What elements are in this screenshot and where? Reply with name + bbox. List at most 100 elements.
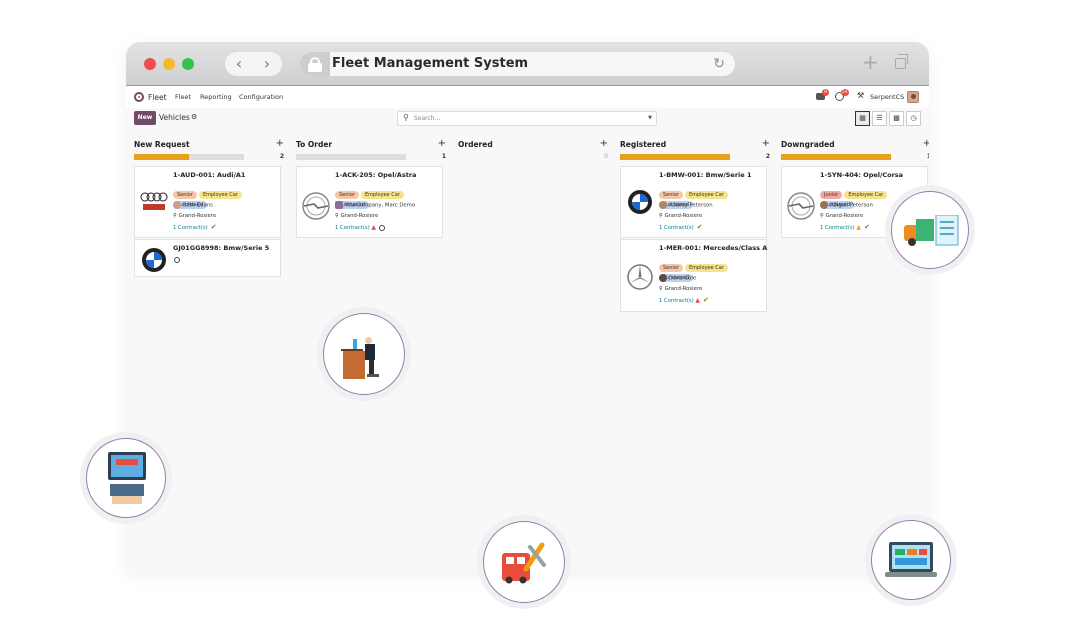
- breadcrumb: Vehicles: [159, 113, 190, 122]
- column-title: Downgraded: [781, 140, 835, 149]
- bmw-logo-icon: [628, 190, 652, 214]
- search-input[interactable]: ⚲ Search... ▼: [397, 111, 657, 126]
- close-window-button[interactable]: [144, 58, 156, 70]
- location-icon: ⚲: [659, 213, 663, 219]
- repair-tools-illustration: [477, 515, 571, 609]
- location: Grand-Rosiere: [340, 213, 379, 219]
- dashboard-laptop-illustration: [865, 514, 957, 606]
- wrench-icon: [502, 542, 546, 584]
- maximize-window-button[interactable]: [182, 58, 194, 70]
- user-avatar[interactable]: [907, 91, 919, 103]
- warning-icon[interactable]: ▲: [695, 297, 700, 304]
- column-progress[interactable]: [296, 154, 406, 160]
- app-name[interactable]: Fleet: [148, 93, 167, 102]
- column-progress[interactable]: [781, 154, 891, 160]
- column-count: 0: [604, 153, 608, 160]
- avatar: [173, 201, 181, 209]
- control-panel: New Vehicles ⚙ ⚲ Search... ▼ ▦ ☰ ▩ ◷: [126, 108, 929, 130]
- location-icon: ⚲: [820, 213, 824, 219]
- chevron-down-icon[interactable]: ▼: [648, 115, 652, 121]
- fleet-app-icon[interactable]: [134, 92, 144, 102]
- audi-logo-icon: [140, 192, 168, 210]
- column-title: Ordered: [458, 140, 493, 149]
- contracts-link[interactable]: 1 Contract(s): [659, 298, 694, 304]
- clock-icon[interactable]: [174, 256, 180, 263]
- chat-badge: 9: [822, 89, 829, 96]
- search-icon: ⚲: [403, 113, 409, 122]
- column-count: 2: [279, 153, 284, 160]
- opel-logo-icon: [787, 192, 815, 220]
- reload-icon[interactable]: ↻: [713, 52, 725, 76]
- vehicle-card[interactable]: 1-MER-001: Mercedes/Class A Senior Employ…: [620, 239, 767, 312]
- plus-icon[interactable]: +: [862, 50, 879, 74]
- plus-icon[interactable]: +: [762, 138, 770, 149]
- location-icon: ⚲: [335, 213, 339, 219]
- chevron-right-icon[interactable]: ›: [253, 52, 281, 76]
- column-title: Registered: [620, 140, 667, 149]
- menu-configuration[interactable]: Configuration: [239, 93, 283, 101]
- vehicle-title: 1-AUD-001: Audi/A1: [173, 171, 246, 179]
- menu-reporting[interactable]: Reporting: [200, 93, 232, 101]
- plus-icon[interactable]: +: [438, 138, 446, 149]
- check-icon[interactable]: ✔: [703, 296, 709, 304]
- location: Grand-Rosiere: [664, 213, 703, 219]
- vehicle-title: 1-SYN-404: Opel/Corsa: [820, 171, 904, 179]
- tools-icon[interactable]: ⚒: [857, 91, 864, 100]
- location: Grand-Rosiere: [825, 213, 864, 219]
- new-button[interactable]: New: [134, 111, 156, 125]
- pivot-view-button[interactable]: ▩: [889, 111, 904, 126]
- minimize-window-button[interactable]: [163, 58, 175, 70]
- list-view-button[interactable]: ☰: [872, 111, 887, 126]
- column-progress[interactable]: [134, 154, 244, 160]
- browser-title: Fleet Management System: [332, 56, 529, 71]
- tabs-icon[interactable]: [895, 54, 908, 69]
- warning-icon[interactable]: ▲: [856, 224, 861, 231]
- column-count: 1: [926, 153, 929, 160]
- menu-fleet[interactable]: Fleet: [175, 93, 191, 101]
- activity-badge: 24: [841, 89, 849, 96]
- vehicle-title: 1-MER-001: Mercedes/Class A: [659, 244, 768, 252]
- app-navbar: Fleet Fleet Reporting Configuration 9 24…: [126, 86, 929, 108]
- page: ‹ › Fleet Management System ↻ + Fleet Fl…: [0, 0, 1070, 635]
- clock-icon[interactable]: [379, 224, 386, 231]
- plus-icon[interactable]: +: [923, 138, 929, 149]
- computer-icon: [108, 452, 146, 504]
- check-icon[interactable]: ✔: [697, 223, 703, 231]
- contracts-link[interactable]: 1 Contract(s): [659, 225, 694, 231]
- delivery-truck-illustration: [885, 185, 975, 275]
- column-title: New Request: [134, 140, 190, 149]
- vehicle-title: 1-BMW-001: Bmw/Serie 1: [659, 171, 752, 179]
- bmw-logo-icon: [142, 248, 166, 272]
- contracts-link[interactable]: 1 Contract(s): [820, 225, 855, 231]
- avatar: [659, 274, 667, 282]
- plus-icon[interactable]: +: [600, 138, 608, 149]
- vehicle-card[interactable]: 1-AUD-001: Audi/A1 Senior Employee Car Pu…: [134, 166, 281, 238]
- plus-icon[interactable]: +: [276, 138, 284, 149]
- column-progress[interactable]: [620, 154, 730, 160]
- gear-icon[interactable]: ⚙: [191, 113, 197, 121]
- check-icon[interactable]: ✔: [211, 223, 217, 231]
- office-worker-illustration: [317, 307, 411, 401]
- location: Grand-Rosiere: [664, 286, 703, 292]
- chevron-left-icon[interactable]: ‹: [225, 52, 253, 76]
- vehicle-card[interactable]: GJ01GG8998: Bmw/Serie 5: [134, 239, 281, 277]
- driver-name: Abigail Peterson: [830, 202, 873, 209]
- laptop-icon: [885, 542, 937, 577]
- avatar: [820, 201, 828, 209]
- browser-window: ‹ › Fleet Management System ↻ + Fleet Fl…: [126, 42, 929, 572]
- view-switcher: ▦ ☰ ▩ ◷: [855, 111, 921, 126]
- kanban-view-button[interactable]: ▦: [855, 111, 870, 126]
- vehicle-card[interactable]: 1-ACK-205: Opel/Astra Senior Employee Car…: [296, 166, 443, 238]
- search-placeholder: Search...: [414, 115, 441, 122]
- contracts-link[interactable]: 1 Contract(s): [173, 225, 208, 231]
- activity-view-button[interactable]: ◷: [906, 111, 921, 126]
- location: Grand-Rosiere: [178, 213, 217, 219]
- contracts-link[interactable]: 1 Contract(s): [335, 225, 370, 231]
- vehicle-card[interactable]: 1-BMW-001: Bmw/Serie 1 Senior Employee Ca…: [620, 166, 767, 238]
- warning-icon[interactable]: ▲: [371, 224, 376, 231]
- desk-icon: [341, 337, 379, 379]
- check-icon[interactable]: ✔: [864, 223, 870, 231]
- driver-name: Audrey Peterson: [669, 202, 713, 209]
- address-bar[interactable]: Fleet Management System ↻: [300, 52, 735, 76]
- company-switcher[interactable]: SerpentCS: [870, 93, 904, 101]
